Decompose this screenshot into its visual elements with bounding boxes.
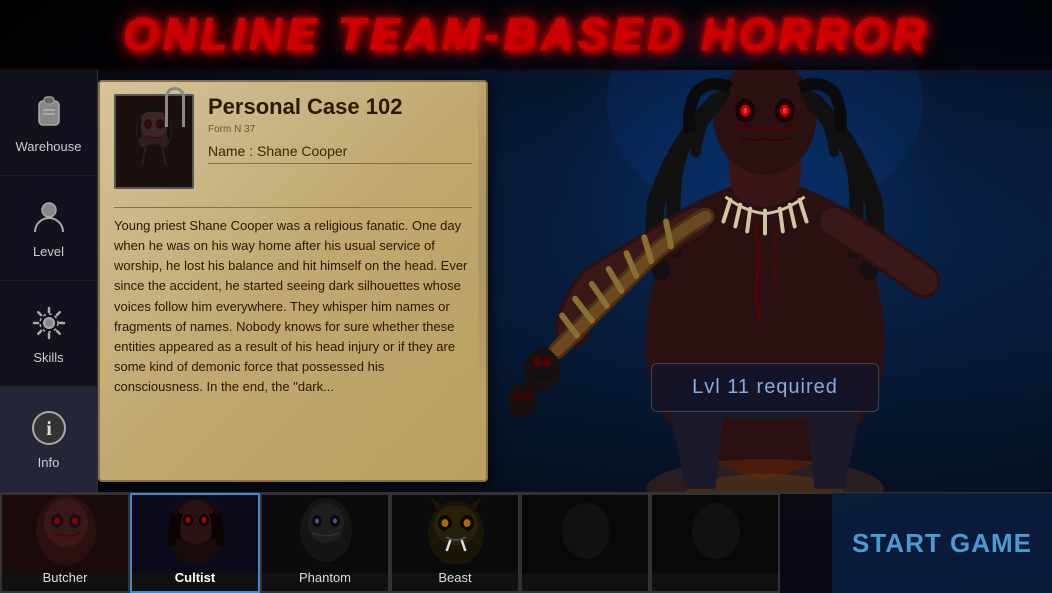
sidebar: Warehouse Level Skills i In: [0, 70, 98, 492]
sidebar-item-skills[interactable]: Skills: [0, 281, 97, 387]
svg-text:i: i: [46, 418, 52, 440]
paper-clip: [165, 87, 185, 127]
info-icon: i: [28, 407, 70, 449]
char-slot-beast[interactable]: Beast: [390, 493, 520, 593]
content-area: Personal Case 102 Form N 37 Name : Shane…: [98, 70, 1052, 492]
cultist-label: Cultist: [175, 570, 215, 585]
monster-figure: [478, 50, 1052, 492]
butcher-label: Butcher: [43, 570, 88, 585]
start-game-text: START GAME: [852, 528, 1032, 559]
sidebar-skills-label: Skills: [33, 350, 63, 365]
char-slot-butcher[interactable]: Butcher: [0, 493, 130, 593]
char-slot-cultist[interactable]: Cultist: [130, 493, 260, 593]
char-slot-5[interactable]: [520, 493, 650, 593]
backpack-icon: [28, 91, 70, 133]
slot6-bg: [652, 495, 778, 591]
title-bar: ONLINE TEAM-BASED HORROR: [0, 0, 1052, 70]
divider: [114, 207, 472, 208]
char-slot-6[interactable]: [650, 493, 780, 593]
level-badge-text: Lvl 11 required: [692, 376, 838, 398]
start-game-button[interactable]: START GAME: [832, 493, 1052, 593]
case-body-text: Young priest Shane Cooper was a religiou…: [114, 216, 472, 468]
monster-svg: [478, 21, 1052, 521]
case-panel: Personal Case 102 Form N 37 Name : Shane…: [98, 80, 488, 482]
sidebar-item-warehouse[interactable]: Warehouse: [0, 70, 97, 176]
character-slots: Butcher Cultis: [0, 494, 832, 592]
main-title: ONLINE TEAM-BASED HORROR: [123, 7, 929, 61]
sidebar-warehouse-label: Warehouse: [16, 139, 82, 154]
case-title-block: Personal Case 102 Form N 37 Name : Shane…: [208, 94, 472, 164]
beast-label: Beast: [438, 570, 471, 585]
slot5-bg: [522, 495, 648, 591]
sidebar-item-level[interactable]: Level: [0, 176, 97, 282]
gear-icon: [28, 302, 70, 344]
form-number: Form N 37: [208, 124, 472, 135]
char-slot-phantom[interactable]: Phantom: [260, 493, 390, 593]
phantom-label: Phantom: [299, 570, 351, 585]
name-line: Name : Shane Cooper: [208, 143, 472, 164]
person-icon: [28, 196, 70, 238]
bottom-bar: Butcher Cultis: [0, 492, 1052, 592]
level-badge: Lvl 11 required: [651, 363, 879, 412]
case-title: Personal Case 102: [208, 94, 472, 120]
character-display: Lvl 11 required: [478, 70, 1052, 492]
sidebar-info-label: Info: [38, 455, 60, 470]
sidebar-item-info[interactable]: i Info: [0, 387, 97, 493]
sidebar-level-label: Level: [33, 244, 64, 259]
